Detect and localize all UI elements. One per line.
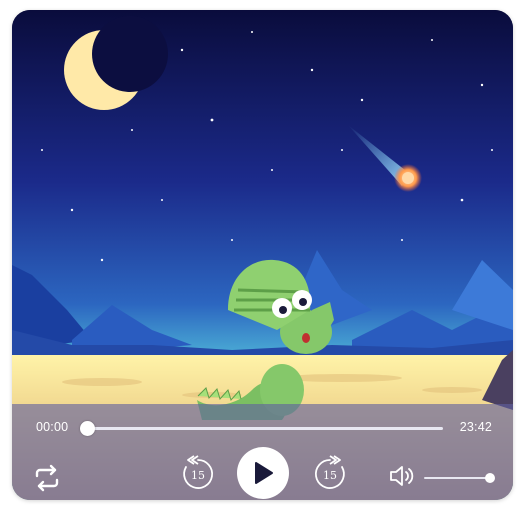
forward-seconds-label: 15 xyxy=(323,469,337,482)
current-time: 00:00 xyxy=(36,420,69,434)
video-player: 00:00 23:42 15 15 xyxy=(12,10,513,500)
rewind-15-icon: 15 xyxy=(183,455,214,489)
forward-15-button[interactable]: 15 xyxy=(310,454,350,494)
progress-track[interactable] xyxy=(83,427,443,430)
volume-icon xyxy=(390,466,414,486)
play-icon xyxy=(255,462,273,484)
rewind-seconds-label: 15 xyxy=(191,469,205,482)
forward-15-icon: 15 xyxy=(314,455,345,489)
volume-thumb[interactable] xyxy=(485,473,495,483)
progress-thumb[interactable] xyxy=(79,421,95,436)
player-controls: 00:00 23:42 15 15 xyxy=(12,404,513,500)
rewind-15-button[interactable]: 15 xyxy=(178,454,218,494)
volume-track[interactable] xyxy=(424,477,490,479)
volume-button[interactable] xyxy=(388,462,416,490)
repeat-button[interactable] xyxy=(32,464,62,492)
repeat-icon xyxy=(35,464,59,492)
play-button[interactable] xyxy=(237,447,289,499)
duration-time: 23:42 xyxy=(459,420,492,434)
